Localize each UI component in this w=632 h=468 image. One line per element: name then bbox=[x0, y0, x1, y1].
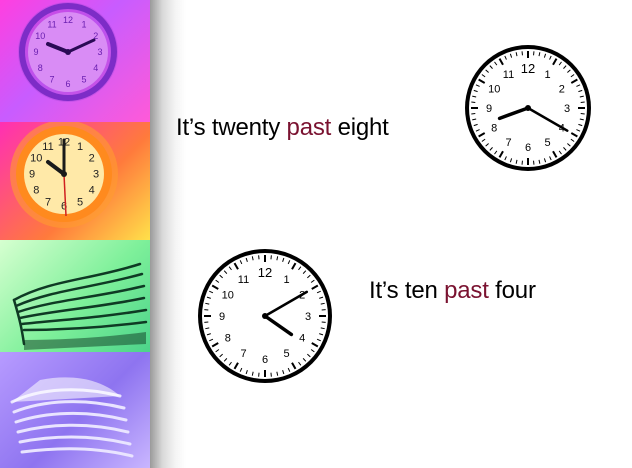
orange-clock-panel: 121234567891011 bbox=[0, 122, 150, 240]
clock-numeral: 9 bbox=[486, 103, 492, 115]
wall-clock-icon: 12 1234567891011 bbox=[18, 2, 118, 102]
clock-numeral: 3 bbox=[564, 103, 570, 115]
decorative-sidebar: 121234567891011 121234567891011 bbox=[0, 0, 150, 468]
decor-clock-numeral: 3 bbox=[93, 169, 99, 181]
clock-numeral: 8 bbox=[491, 123, 497, 135]
clock-numeral: 5 bbox=[544, 137, 550, 149]
clock-pivot bbox=[262, 313, 268, 319]
clock-numeral: 4 bbox=[299, 333, 305, 345]
decor-clock-numeral: 10 bbox=[30, 153, 42, 165]
clock-twenty-past-eight-icon: 121234567891011 bbox=[465, 45, 591, 171]
caption-suffix: eight bbox=[331, 114, 389, 141]
decor-clock-numeral: 11 bbox=[47, 19, 56, 29]
decor-clock-numeral: 5 bbox=[81, 75, 86, 85]
clock-numeral: 11 bbox=[238, 274, 249, 286]
decor-clock-numeral: 10 bbox=[35, 31, 45, 41]
sidebar-shadow bbox=[150, 0, 186, 468]
caption-twenty-past-eight: It’s twenty past eight bbox=[176, 114, 389, 142]
clock-numeral: 3 bbox=[305, 311, 311, 323]
paper-stack-icon bbox=[10, 377, 134, 458]
clock-numeral: 11 bbox=[503, 69, 514, 81]
decor-clock-numeral: 5 bbox=[77, 196, 83, 208]
clock-numeral: 10 bbox=[488, 84, 500, 96]
decor-clock-numeral: 9 bbox=[33, 47, 38, 57]
caption-keyword: past bbox=[444, 277, 489, 304]
decor-clock-numeral: 8 bbox=[38, 63, 43, 73]
decor-clock-numeral: 11 bbox=[42, 141, 53, 153]
clock-numeral: 12 bbox=[258, 265, 272, 280]
caption-suffix: four bbox=[488, 277, 536, 304]
green-book-panel bbox=[0, 240, 150, 352]
clock-numeral: 8 bbox=[225, 333, 231, 345]
decor-clock-numeral: 2 bbox=[89, 153, 95, 165]
clock-numeral: 7 bbox=[240, 348, 246, 360]
decor-clock-numeral: 6 bbox=[65, 79, 70, 89]
purple-paper-panel bbox=[0, 352, 150, 468]
book-stack-icon bbox=[12, 262, 148, 350]
clock-numeral: 12 bbox=[521, 61, 535, 76]
clock-numeral: 7 bbox=[505, 137, 511, 149]
decor-clock-numeral: 9 bbox=[29, 169, 35, 181]
clock-numeral: 1 bbox=[283, 274, 289, 286]
caption-ten-past-four: It’s ten past four bbox=[369, 277, 536, 305]
purple-clock-panel: 12 1 2 3 4 5 6 7 8 9 10 11 bbox=[0, 0, 150, 122]
decor-clock-numeral: 7 bbox=[45, 196, 51, 208]
clock-numeral: 6 bbox=[525, 142, 531, 154]
clock-pivot bbox=[525, 105, 531, 111]
decor-clock-numeral: 12 bbox=[63, 15, 73, 25]
decor-clock-numeral: 7 bbox=[49, 75, 54, 85]
decor-clock-numeral: 4 bbox=[89, 185, 95, 197]
clock-numeral: 6 bbox=[262, 354, 268, 366]
decor-clock-numeral: 3 bbox=[97, 47, 102, 57]
caption-keyword: past bbox=[286, 114, 332, 141]
caption-prefix: It’s ten bbox=[369, 277, 445, 304]
clock-numeral: 5 bbox=[283, 348, 289, 360]
clock-numeral: 1 bbox=[544, 69, 550, 81]
decor-clock-numeral: 1 bbox=[77, 141, 83, 153]
clock-numeral: 9 bbox=[219, 311, 225, 323]
alarm-clock-icon: 121234567891011 bbox=[10, 122, 118, 228]
decor-clock-numeral: 8 bbox=[33, 185, 39, 197]
clock-numeral: 10 bbox=[222, 290, 234, 302]
decor-clock-numeral: 4 bbox=[93, 63, 98, 73]
clock-ten-past-four-icon: 121234567891011 bbox=[198, 249, 332, 383]
decor-clock-numeral: 1 bbox=[81, 19, 86, 29]
caption-prefix: It’s twenty bbox=[176, 114, 287, 141]
clock-numeral: 2 bbox=[559, 84, 565, 96]
